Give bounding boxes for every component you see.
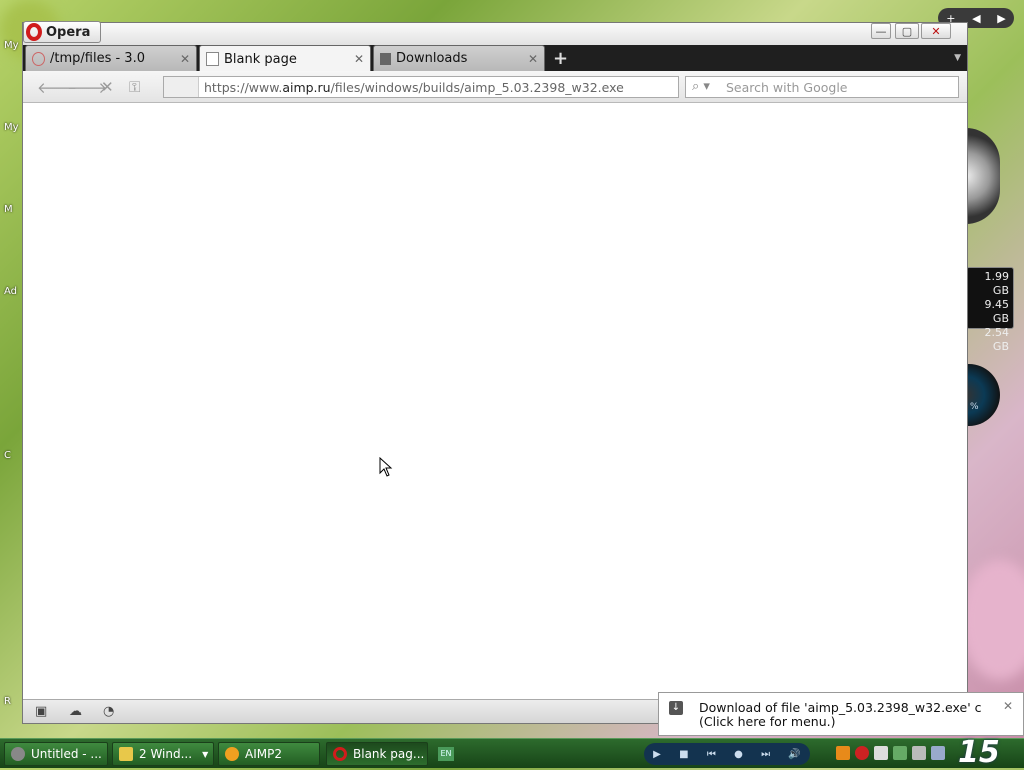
tab-close-icon[interactable]: ✕ — [354, 52, 364, 66]
notification-close-icon[interactable]: ✕ — [1003, 699, 1013, 713]
opera-menu-button[interactable]: Opera — [23, 21, 101, 43]
opera-window: Opera — ▢ ✕ /tmp/files - 3.0 ✕ Blank pag… — [22, 21, 968, 724]
maximize-button[interactable]: ▢ — [895, 23, 919, 39]
desktop-icon-label[interactable]: My — [4, 40, 19, 51]
desktop-icon-label[interactable]: C — [4, 450, 11, 461]
speed-dial-gauge-icon[interactable]: ◔ — [103, 704, 114, 719]
app-icon — [11, 747, 25, 761]
desktop-icon-label[interactable]: My — [4, 122, 19, 133]
drive-size: 1.99 GB — [984, 270, 1010, 297]
stop-icon[interactable]: ✕ — [101, 78, 114, 96]
address-bar[interactable]: https://www.aimp.ru/files/windows/builds… — [163, 76, 679, 98]
page-icon — [206, 52, 219, 66]
stop-icon[interactable]: ■ — [679, 749, 688, 760]
address-url[interactable]: https://www.aimp.ru/files/windows/builds… — [204, 80, 624, 95]
language-indicator[interactable]: EN — [438, 747, 454, 761]
volume-tray-icon[interactable] — [874, 746, 888, 760]
panel-toggle-icon[interactable]: ▣ — [35, 704, 47, 719]
display-icon[interactable] — [912, 746, 926, 760]
media-player-toolbar[interactable]: ▶ ■ ⏮ ● ⏭ 🔊 — [644, 743, 810, 765]
clock-gadget — [966, 128, 1000, 224]
new-tab-plus-icon[interactable]: + — [553, 48, 568, 69]
tab-close-icon[interactable]: ✕ — [528, 52, 538, 66]
system-tray — [836, 746, 945, 760]
taskbar-item-untitled[interactable]: Untitled - ... — [4, 742, 108, 766]
taskbar: Untitled - ... 2 Wind... ▼ AIMP2 Blank p… — [0, 735, 1024, 770]
next-icon[interactable]: ▶ — [997, 12, 1005, 25]
search-icon[interactable]: ⌕ ▾ — [692, 79, 710, 94]
aimp-icon — [225, 747, 239, 761]
taskbar-item-windows-group[interactable]: 2 Wind... ▼ — [112, 742, 214, 766]
drive-size: 2.54 GB — [984, 326, 1010, 353]
tab-label: /tmp/files - 3.0 — [50, 51, 145, 66]
notification-text[interactable]: Download of file 'aimp_5.03.2398_w32.exe… — [699, 701, 995, 729]
taskbar-item-opera[interactable]: Blank pag... — [326, 742, 428, 766]
folder-icon — [119, 747, 133, 761]
meter-gadget: % — [966, 364, 1000, 426]
window-title: Opera — [46, 24, 91, 40]
tray-window-icon[interactable] — [931, 746, 945, 760]
mouse-pointer-icon — [379, 457, 393, 477]
play-pause-icon[interactable]: ● — [734, 749, 743, 760]
tab-close-icon[interactable]: ✕ — [180, 52, 190, 66]
tab-tmp-files[interactable]: /tmp/files - 3.0 ✕ — [25, 45, 197, 71]
drive-gadget: 1.99 GB 9.45 GB 2.54 GB — [966, 267, 1014, 353]
network-icon[interactable] — [893, 746, 907, 760]
tab-label: Downloads — [396, 51, 468, 66]
page-content[interactable] — [23, 103, 967, 699]
title-bar[interactable]: Opera — ▢ ✕ — [23, 21, 967, 45]
tab-blank-page[interactable]: Blank page ✕ — [199, 45, 371, 72]
minimize-button[interactable]: — — [871, 23, 891, 39]
meter-label: % — [970, 402, 979, 412]
download-notification[interactable]: ↓ Download of file 'aimp_5.03.2398_w32.e… — [658, 692, 1024, 736]
tab-bar: /tmp/files - 3.0 ✕ Blank page ✕ Download… — [23, 45, 967, 72]
search-placeholder: Search with Google — [726, 80, 848, 95]
page-icon — [32, 51, 45, 66]
security-badge[interactable] — [164, 77, 199, 97]
wallpaper-flower — [960, 560, 1024, 680]
desktop-icon-label[interactable]: R — [4, 696, 11, 707]
search-box[interactable]: ⌕ ▾ Search with Google — [685, 76, 959, 98]
taskbar-clock[interactable]: 15 — [958, 735, 1000, 770]
desktop-icon-label[interactable]: M — [4, 204, 13, 215]
desktop-icon-label[interactable]: Ad — [4, 286, 17, 297]
tray-app-icon[interactable] — [836, 746, 850, 760]
next-track-icon[interactable]: ⏭ — [761, 749, 770, 760]
opera-unite-cloud-icon[interactable]: ☁ — [69, 704, 82, 719]
antivirus-icon[interactable] — [855, 746, 869, 760]
taskbar-item-aimp2[interactable]: AIMP2 — [218, 742, 320, 766]
prev-icon[interactable]: ◀ — [972, 12, 980, 25]
volume-icon[interactable]: 🔊 — [788, 749, 800, 760]
previous-track-icon[interactable]: ⏮ — [707, 749, 716, 760]
download-icon — [380, 52, 391, 65]
download-icon: ↓ — [669, 701, 683, 715]
key-icon[interactable]: ⚿ — [129, 78, 140, 96]
drive-size: 9.45 GB — [984, 298, 1010, 325]
close-window-button[interactable]: ✕ — [921, 23, 951, 39]
tab-label: Blank page — [224, 51, 297, 67]
play-icon[interactable]: ▶ — [653, 749, 661, 760]
tab-downloads[interactable]: Downloads ✕ — [373, 45, 545, 71]
navigation-toolbar: 🡐 🡒 ✕ ⚿ https://www.aimp.ru/files/window… — [23, 71, 967, 103]
opera-logo-icon — [26, 23, 42, 41]
group-chevron-icon: ▼ — [202, 749, 209, 759]
opera-icon — [333, 747, 347, 761]
tab-menu-chevron-icon[interactable]: ▼ — [954, 53, 961, 63]
